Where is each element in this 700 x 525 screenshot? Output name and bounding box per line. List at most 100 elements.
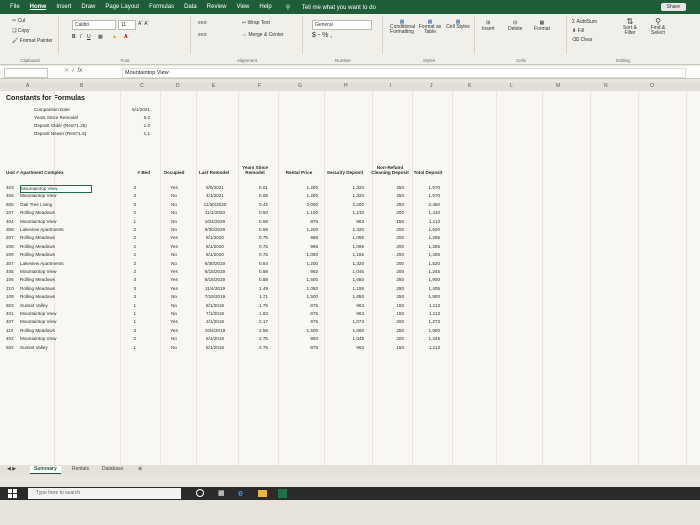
table-cell[interactable]: 875 — [282, 311, 318, 317]
table-cell[interactable]: 963 — [328, 345, 364, 351]
column-header-d[interactable]: D — [176, 83, 180, 89]
table-cell[interactable]: Rolling Meadows — [20, 294, 90, 300]
conditional-formatting-button[interactable]: ▦ Conditional Formatting — [390, 20, 415, 35]
align-left-icon[interactable]: ≡≡≡ — [198, 32, 207, 38]
table-cell[interactable]: 107 — [6, 210, 18, 216]
table-cell[interactable]: 503 — [6, 303, 18, 309]
menu-view[interactable]: View — [236, 4, 249, 10]
table-cell[interactable]: 1 — [128, 319, 136, 325]
table-cell[interactable]: 1,073 — [328, 319, 365, 325]
table-cell[interactable]: No — [160, 227, 188, 233]
table-cell[interactable]: 3 — [128, 202, 136, 208]
table-cell[interactable]: 875 — [282, 303, 318, 309]
table-cell[interactable]: 1.75 — [240, 303, 268, 309]
tell-me-box[interactable]: ⚲ Tell me what you want to do — [286, 4, 376, 11]
table-cell[interactable]: 8/1/2018 — [196, 345, 234, 351]
table-cell[interactable]: Oak Tree Living — [20, 202, 90, 208]
table-cell[interactable]: 1,113 — [410, 311, 440, 317]
header-last-remodel[interactable]: Last Remodel — [196, 159, 232, 175]
table-cell[interactable]: 605 — [6, 202, 18, 208]
table-cell[interactable]: 963 — [328, 219, 364, 225]
table-cell[interactable]: 2,200 — [328, 202, 365, 208]
tab-rentals[interactable]: Rentals — [68, 466, 93, 473]
table-cell[interactable]: Yes — [160, 277, 188, 283]
table-cell[interactable]: Rolling Meadows — [20, 252, 90, 258]
table-cell[interactable]: 0.42 — [240, 202, 268, 208]
table-cell[interactable]: 208 — [6, 244, 18, 250]
table-cell[interactable]: Rolling Meadows — [20, 210, 90, 216]
name-box[interactable] — [4, 68, 48, 78]
table-cell[interactable]: 3 — [128, 286, 136, 292]
table-cell[interactable]: 2 — [128, 235, 136, 241]
table-cell[interactable]: No — [160, 261, 188, 267]
table-cell[interactable]: 1,500 — [282, 328, 319, 334]
table-cell[interactable]: 405 — [6, 269, 18, 275]
table-cell[interactable]: 150 — [372, 303, 404, 309]
table-cell[interactable]: 11/30/2020 — [196, 202, 234, 208]
table-cell[interactable]: 1,200 — [282, 227, 319, 233]
table-cell[interactable]: 0.01 — [240, 185, 268, 191]
font-color-icon[interactable]: A — [124, 34, 128, 40]
column-header-h[interactable]: H — [344, 83, 348, 89]
table-cell[interactable]: Yes — [160, 235, 188, 241]
format-as-table-button[interactable]: ▦ Format as Table — [418, 20, 442, 35]
column-header-a[interactable]: A — [26, 83, 29, 89]
header-bed[interactable]: # Bed — [128, 159, 150, 175]
menu-page-layout[interactable]: Page Layout — [105, 4, 139, 10]
table-cell[interactable]: 1,295 — [410, 235, 441, 241]
table-cell[interactable]: 1,045 — [328, 336, 365, 342]
cell-styles-button[interactable]: ▦ Cell Styles — [446, 20, 470, 30]
taskbar-search-input[interactable]: Type here to search — [28, 488, 181, 499]
table-cell[interactable]: 3 — [128, 328, 136, 334]
table-cell[interactable]: 1,155 — [328, 252, 365, 258]
table-cell[interactable]: 1,405 — [410, 252, 441, 258]
table-cell[interactable]: 11/1/2020 — [196, 210, 234, 216]
table-cell[interactable]: No — [160, 210, 188, 216]
table-cell[interactable]: 150 — [372, 219, 404, 225]
table-cell[interactable]: 1,520 — [410, 261, 441, 267]
table-cell[interactable]: No — [160, 303, 188, 309]
header-complex[interactable]: Apartment Complex — [20, 159, 64, 175]
table-cell[interactable]: 1 — [128, 303, 136, 309]
tab-nav-arrows[interactable]: ◀ ▶ — [3, 466, 20, 473]
table-cell[interactable]: 1,200 — [282, 193, 319, 199]
table-cell[interactable]: 1 — [128, 219, 136, 225]
add-sheet-button[interactable]: ⊕ — [134, 466, 146, 473]
table-cell[interactable]: 200 — [372, 227, 404, 233]
table-cell[interactable]: Yes — [160, 328, 188, 334]
table-cell[interactable]: 963 — [328, 303, 364, 309]
table-cell[interactable]: 1,050 — [282, 252, 319, 258]
table-cell[interactable]: 2 — [128, 261, 136, 267]
column-header-f[interactable]: F — [258, 83, 261, 89]
table-cell[interactable]: 250 — [372, 202, 404, 208]
constant-label[interactable]: Deposit Older (Rent*1.25) — [34, 123, 87, 129]
table-cell[interactable]: Rolling Meadows — [20, 277, 90, 283]
insert-cells-button[interactable]: ⊞ Insert — [482, 20, 495, 32]
table-cell[interactable]: 250 — [372, 193, 404, 199]
table-cell[interactable]: 2 — [128, 227, 136, 233]
table-cell[interactable]: 8/1/2020 — [196, 252, 234, 258]
table-cell[interactable]: 2.58 — [240, 328, 268, 334]
menu-home[interactable]: Home — [30, 4, 47, 10]
table-cell[interactable]: 975 — [282, 319, 318, 325]
column-header-b[interactable]: B — [80, 83, 83, 89]
constant-label[interactable]: Deposit Newer (Rent*1.5) — [34, 131, 86, 137]
merge-center-button[interactable]: ⇔ Merge & Center — [242, 32, 284, 38]
table-cell[interactable]: 963 — [328, 311, 364, 317]
italic-button[interactable]: I — [80, 34, 81, 40]
table-cell[interactable]: Sunset Valley — [20, 303, 90, 309]
delete-cells-button[interactable]: ⊟ Delete — [508, 20, 522, 32]
table-cell[interactable]: 0.88 — [240, 269, 268, 275]
column-header-k[interactable]: K — [468, 83, 471, 89]
table-cell[interactable]: 2.75 — [240, 336, 268, 342]
table-cell[interactable]: 1,570 — [410, 193, 441, 199]
table-cell[interactable]: 5/5/2021 — [196, 185, 234, 191]
table-cell[interactable]: 1,900 — [410, 328, 441, 334]
table-cell[interactable]: 1,570 — [410, 185, 441, 191]
currency-format-button[interactable]: $ - % , — [312, 32, 332, 39]
table-cell[interactable]: 1,113 — [410, 303, 440, 309]
table-cell[interactable]: 6/30/2020 — [196, 261, 234, 267]
align-top-icon[interactable]: ≡≡≡ — [198, 20, 207, 26]
table-cell[interactable]: Rolling Meadows — [20, 235, 90, 241]
formula-input[interactable]: Mountaintop View — [122, 68, 686, 78]
